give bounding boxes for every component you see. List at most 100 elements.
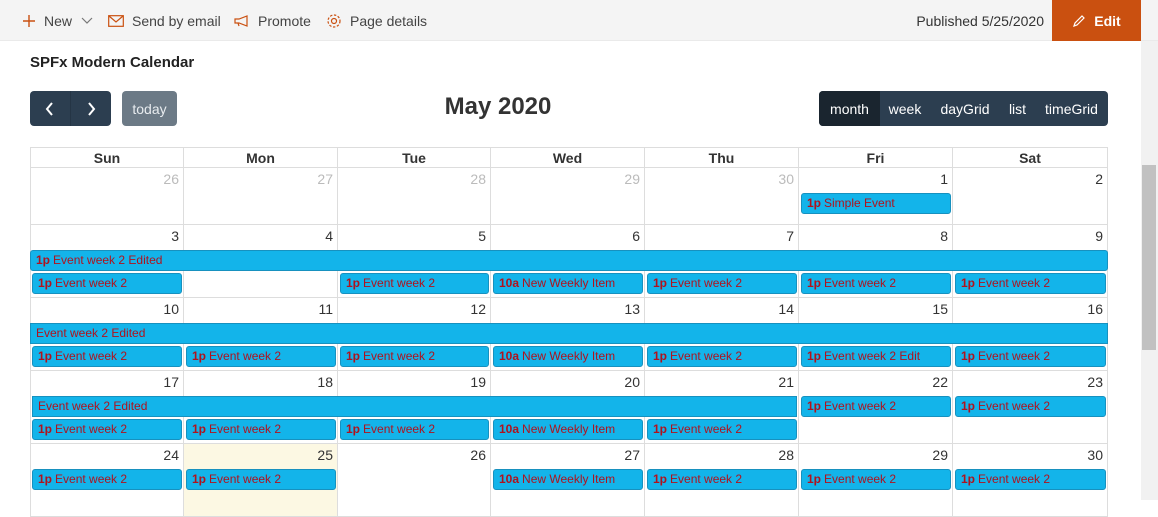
calendar-event[interactable]: 1p Event week 2: [801, 469, 951, 490]
view-week-button[interactable]: week: [880, 91, 930, 126]
new-button[interactable]: New: [22, 0, 93, 41]
day-number[interactable]: 27: [624, 447, 640, 463]
calendar-event[interactable]: Event week 2 Edited: [32, 396, 797, 417]
day-number[interactable]: 20: [624, 374, 640, 390]
calendar-event[interactable]: 1p Event week 2: [647, 273, 797, 294]
promote-button[interactable]: Promote: [234, 0, 311, 41]
event-title: Event week 2 Edited: [36, 326, 146, 340]
day-number[interactable]: 14: [778, 301, 794, 317]
calendar-event[interactable]: Event week 2 Edited: [30, 323, 1108, 344]
calendar-event[interactable]: 10a New Weekly Item: [493, 469, 643, 490]
day-number[interactable]: 25: [317, 447, 333, 463]
day-number[interactable]: 30: [778, 171, 794, 187]
view-timegrid-button[interactable]: timeGrid: [1035, 91, 1108, 126]
edit-button[interactable]: Edit: [1052, 0, 1141, 41]
event-time: 1p: [653, 472, 668, 486]
day-cell[interactable]: 29: [491, 168, 645, 225]
day-number[interactable]: 5: [478, 228, 486, 244]
calendar-event[interactable]: 1p Event week 2: [186, 419, 336, 440]
calendar-event[interactable]: 1p Event week 2: [340, 346, 489, 367]
calendar-event[interactable]: 1p Event week 2: [32, 469, 182, 490]
calendar-title: May 2020: [444, 93, 552, 120]
calendar-event[interactable]: 10a New Weekly Item: [493, 273, 643, 294]
day-number[interactable]: 17: [163, 374, 179, 390]
event-time: 1p: [807, 399, 822, 413]
calendar-event[interactable]: 1p Event week 2: [32, 346, 182, 367]
today-button[interactable]: today: [122, 91, 177, 126]
day-number[interactable]: 2: [1095, 171, 1103, 187]
send-by-email-button[interactable]: Send by email: [108, 0, 221, 41]
calendar-event[interactable]: 1p Event week 2 Edit: [801, 346, 951, 367]
day-cell[interactable]: 30: [645, 168, 799, 225]
calendar-event[interactable]: 1p Event week 2: [955, 396, 1106, 417]
calendar-event[interactable]: 1p Simple Event: [801, 193, 951, 214]
day-number[interactable]: 21: [778, 374, 794, 390]
event-title: Event week 2: [670, 472, 743, 486]
calendar-event[interactable]: 10a New Weekly Item: [493, 419, 643, 440]
calendar-event[interactable]: 1p Event week 2: [340, 419, 489, 440]
scrollbar-thumb[interactable]: [1142, 165, 1156, 350]
event-time: 1p: [346, 276, 361, 290]
calendar-event[interactable]: 1p Event week 2: [801, 273, 951, 294]
calendar-event[interactable]: 1p Event week 2: [647, 419, 797, 440]
view-list-button[interactable]: list: [1000, 91, 1035, 126]
day-cell[interactable]: 2: [953, 168, 1108, 225]
calendar-event[interactable]: 1p Event week 2: [955, 469, 1106, 490]
day-number[interactable]: 11: [318, 301, 333, 317]
day-number[interactable]: 29: [932, 447, 948, 463]
day-cell[interactable]: 26: [338, 444, 491, 517]
day-number[interactable]: 24: [163, 447, 179, 463]
day-cell[interactable]: 27: [184, 168, 338, 225]
calendar-event[interactable]: 10a New Weekly Item: [493, 346, 643, 367]
calendar-event[interactable]: 1p Event week 2: [186, 469, 336, 490]
view-month-button[interactable]: month: [819, 91, 880, 126]
calendar-event[interactable]: 1p Event week 2: [801, 396, 951, 417]
day-number[interactable]: 26: [470, 447, 486, 463]
next-button[interactable]: [70, 91, 110, 126]
calendar-event[interactable]: 1p Event week 2: [32, 419, 182, 440]
day-number[interactable]: 19: [470, 374, 486, 390]
event-title: Event week 2: [55, 422, 128, 436]
day-number[interactable]: 18: [317, 374, 333, 390]
day-number[interactable]: 12: [470, 301, 486, 317]
day-number[interactable]: 27: [317, 171, 333, 187]
published-status: Published 5/25/2020: [916, 12, 1044, 29]
day-number[interactable]: 7: [786, 228, 794, 244]
day-number[interactable]: 8: [940, 228, 948, 244]
event-title: Event week 2: [209, 422, 282, 436]
day-number[interactable]: 1: [940, 171, 948, 187]
page-details-button[interactable]: Page details: [326, 0, 427, 41]
day-number[interactable]: 23: [1087, 374, 1103, 390]
day-number[interactable]: 28: [778, 447, 794, 463]
event-time: 10a: [499, 276, 520, 290]
calendar-event[interactable]: 1p Event week 2: [955, 346, 1106, 367]
day-number[interactable]: 30: [1087, 447, 1103, 463]
day-number[interactable]: 16: [1087, 301, 1103, 317]
day-number[interactable]: 26: [163, 171, 179, 187]
day-number[interactable]: 29: [624, 171, 640, 187]
calendar-event[interactable]: 1p Event week 2: [186, 346, 336, 367]
weekday-header-sat: Sat: [953, 147, 1108, 168]
day-number[interactable]: 13: [624, 301, 640, 317]
day-number[interactable]: 10: [163, 301, 179, 317]
calendar-event[interactable]: 1p Event week 2: [340, 273, 489, 294]
day-cell[interactable]: 26: [30, 168, 184, 225]
day-number[interactable]: 22: [932, 374, 948, 390]
event-title: Event week 2: [209, 349, 282, 363]
day-number[interactable]: 3: [171, 228, 179, 244]
calendar-event[interactable]: 1p Event week 2: [955, 273, 1106, 294]
calendar-event[interactable]: 1p Event week 2: [647, 346, 797, 367]
event-time: 10a: [499, 472, 520, 486]
day-number[interactable]: 4: [325, 228, 333, 244]
view-daygrid-button[interactable]: dayGrid: [930, 91, 1000, 126]
day-number[interactable]: 15: [932, 301, 948, 317]
calendar-event[interactable]: 1p Event week 2: [647, 469, 797, 490]
day-number[interactable]: 6: [632, 228, 640, 244]
calendar-event[interactable]: 1p Event week 2: [32, 273, 182, 294]
day-number[interactable]: 9: [1095, 228, 1103, 244]
event-title: Event week 2: [978, 399, 1051, 413]
prev-button[interactable]: [30, 91, 70, 126]
day-number[interactable]: 28: [470, 171, 486, 187]
calendar-event[interactable]: 1p Event week 2 Edited: [30, 250, 1108, 271]
day-cell[interactable]: 28: [338, 168, 491, 225]
